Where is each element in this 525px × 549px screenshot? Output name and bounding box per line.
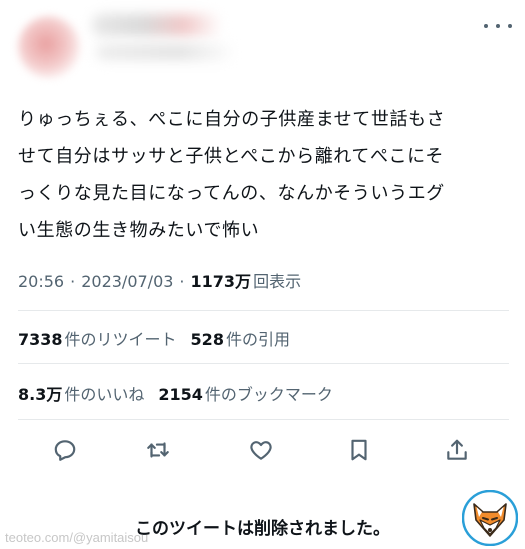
bookmark-icon[interactable] [343,434,375,466]
more-horizontal-icon[interactable] [484,18,512,34]
divider [18,419,509,420]
share-icon[interactable] [441,434,473,466]
reply-icon[interactable] [49,434,81,466]
views-label: 回表示 [253,272,302,291]
tweet-text: りゅっちぇる、ぺこに自分の子供産ませて世話もさ せて自分はサッサと子供とぺこから… [18,109,446,241]
meta-separator: · [70,272,76,291]
tweet-date[interactable]: 2023/07/03 [81,272,173,291]
retweets-count[interactable]: 7338 [18,330,63,349]
quotes-label[interactable]: 件の引用 [226,326,290,350]
avatar[interactable] [18,16,80,78]
likes-label[interactable]: 件のいいね [64,381,144,405]
retweet-icon[interactable] [142,434,174,466]
tweet-meta: 20:56 · 2023/07/03 · 1173万 回表示 [18,268,301,292]
display-name-blurred[interactable] [92,14,222,36]
bookmarks-label: 件のブックマーク [204,385,333,404]
stats-row-retweets: 7338 件のリツイート 528 件の引用 [18,326,290,350]
fox-logo-icon [462,490,518,546]
watermark: teoteo.com/@yamitaisou [5,530,149,545]
bookmarks-count: 2154 [158,385,203,404]
divider [18,310,509,311]
retweets-label[interactable]: 件のリツイート [65,326,177,350]
action-bar [0,430,525,470]
views-count: 1173万 [190,272,252,291]
quotes-count[interactable]: 528 [191,330,224,349]
like-icon[interactable] [245,434,277,466]
divider [18,363,509,364]
stats-row-likes: 8.3万 件のいいね 2154 件のブックマーク [18,381,333,405]
username-blurred [96,44,236,60]
tweet-time[interactable]: 20:56 [18,272,64,291]
tweet-header [0,0,525,100]
meta-separator: · [179,272,185,291]
likes-count[interactable]: 8.3万 [18,381,62,405]
